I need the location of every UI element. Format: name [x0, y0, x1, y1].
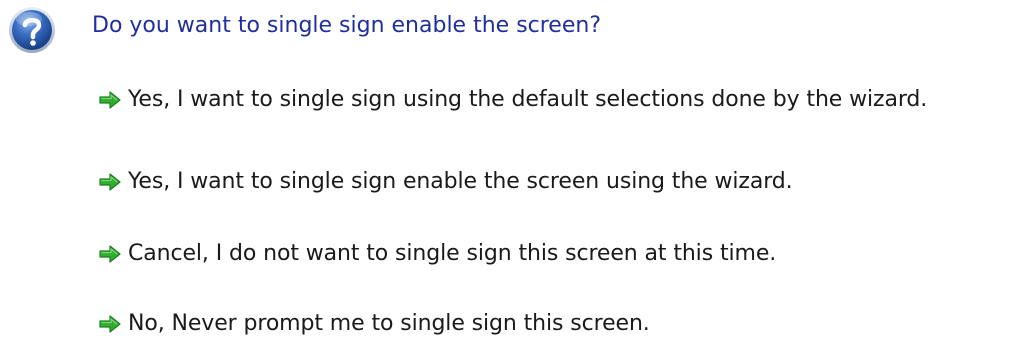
green-arrow-icon — [99, 245, 121, 263]
option-use-wizard[interactable]: Yes, I want to single sign enable the sc… — [98, 164, 793, 200]
option-default-selections[interactable]: Yes, I want to single sign using the def… — [98, 82, 927, 118]
option-label: Yes, I want to single sign enable the sc… — [128, 169, 793, 194]
option-label: Cancel, I do not want to single sign thi… — [128, 241, 777, 266]
single-sign-dialog: Do you want to single sign enable the sc… — [0, 0, 1024, 347]
green-arrow-icon — [99, 173, 121, 191]
question-icon — [9, 7, 55, 53]
green-arrow-icon — [99, 91, 121, 109]
question-text: Do you want to single sign enable the sc… — [92, 13, 601, 38]
option-label: Yes, I want to single sign using the def… — [128, 87, 928, 112]
option-cancel[interactable]: Cancel, I do not want to single sign thi… — [98, 236, 776, 272]
option-never-prompt[interactable]: No, Never prompt me to single sign this … — [98, 306, 650, 342]
option-label: No, Never prompt me to single sign this … — [128, 311, 650, 336]
green-arrow-icon — [99, 315, 121, 333]
